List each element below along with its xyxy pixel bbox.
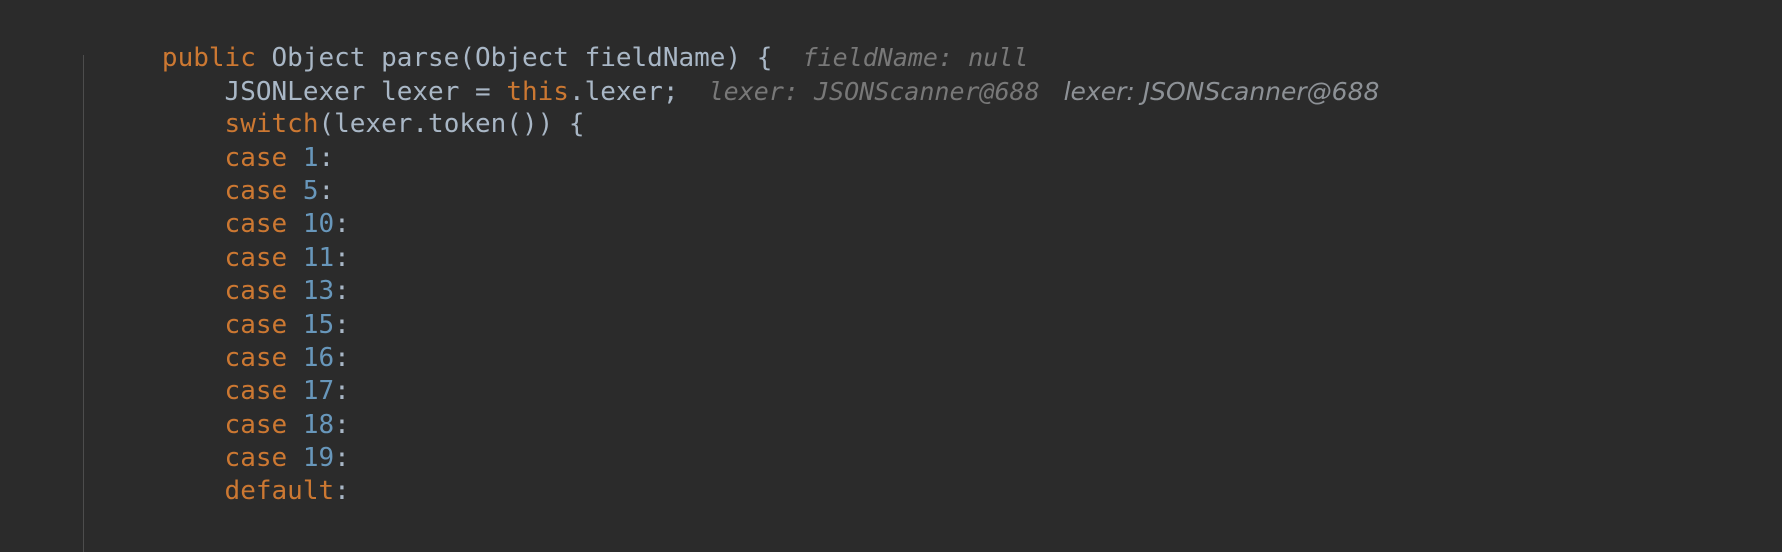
case-indent [162, 310, 225, 340]
case-number: 15 [302, 309, 335, 340]
case-number: 1 [302, 142, 319, 173]
case-number: 16 [302, 342, 335, 373]
keyword-case: case [224, 175, 288, 206]
case-indent [162, 209, 225, 239]
case-space [287, 376, 303, 406]
case-colon: : [334, 376, 350, 407]
keyword-case: case [224, 409, 288, 440]
default-indent [162, 476, 225, 506]
case-space [287, 410, 303, 440]
case-space [287, 209, 303, 239]
case-number: 19 [302, 443, 335, 474]
code-editor-pane[interactable]: public Object parse(Object fieldName) { … [0, 0, 1782, 552]
keyword-case: case [224, 242, 288, 273]
keyword-this: this [506, 76, 569, 107]
code-lines-container[interactable]: public Object parse(Object fieldName) { … [0, 0, 1782, 506]
case-space [287, 310, 303, 340]
keyword-public: public [161, 43, 256, 74]
case-indent [162, 410, 225, 440]
case-colon: : [334, 209, 350, 240]
keyword-case: case [224, 342, 288, 373]
case-indent [162, 376, 225, 406]
case-space [287, 443, 303, 473]
case-indent [162, 143, 225, 173]
default-colon: : [334, 476, 350, 507]
case-number: 11 [302, 242, 335, 273]
inline-hint-fieldname: fieldName: null [802, 43, 1029, 73]
case-indent [162, 176, 225, 206]
case-space [287, 276, 303, 306]
case-colon: : [334, 443, 350, 474]
inline-hint-lexer-secondary: lexer: JSONScanner@688 [1063, 76, 1380, 106]
case-indent [162, 276, 225, 306]
case-colon: : [318, 175, 335, 206]
case-number: 18 [302, 409, 335, 440]
keyword-case: case [224, 276, 288, 307]
case-colon: : [334, 242, 350, 273]
case-space [287, 143, 303, 173]
code-line-signature[interactable]: public Object parse(Object fieldName) { … [0, 8, 1782, 73]
case-space [287, 343, 303, 373]
case-colon: : [334, 309, 350, 340]
case-colon: : [318, 142, 335, 173]
lexer-decl-text: JSONLexer lexer = [224, 76, 507, 107]
case-number: 10 [302, 209, 335, 240]
keyword-switch: switch [224, 109, 319, 140]
case-space [287, 176, 303, 206]
case-indent [162, 443, 225, 473]
switch-expression: (lexer.token()) { [318, 109, 585, 140]
case-number: 13 [302, 276, 335, 307]
lexer-indent [162, 77, 225, 107]
keyword-case: case [224, 376, 288, 407]
lexer-field-access: .lexer; [568, 76, 679, 107]
case-number: 17 [302, 376, 335, 407]
keyword-default: default [224, 476, 335, 507]
keyword-case: case [224, 443, 288, 474]
case-colon: : [334, 276, 350, 307]
keyword-case: case [224, 309, 288, 340]
keyword-case: case [224, 142, 288, 173]
case-space [287, 243, 303, 273]
case-indent [162, 343, 225, 373]
case-number: 5 [302, 175, 319, 206]
signature-text: Object parse(Object fieldName) { [255, 43, 773, 74]
case-indent [162, 243, 225, 273]
inline-hint-lexer-primary: lexer: JSONScanner@688 [708, 76, 1040, 106]
switch-indent [162, 109, 225, 139]
case-colon: : [334, 409, 350, 440]
keyword-case: case [224, 209, 288, 240]
case-colon: : [334, 342, 350, 373]
